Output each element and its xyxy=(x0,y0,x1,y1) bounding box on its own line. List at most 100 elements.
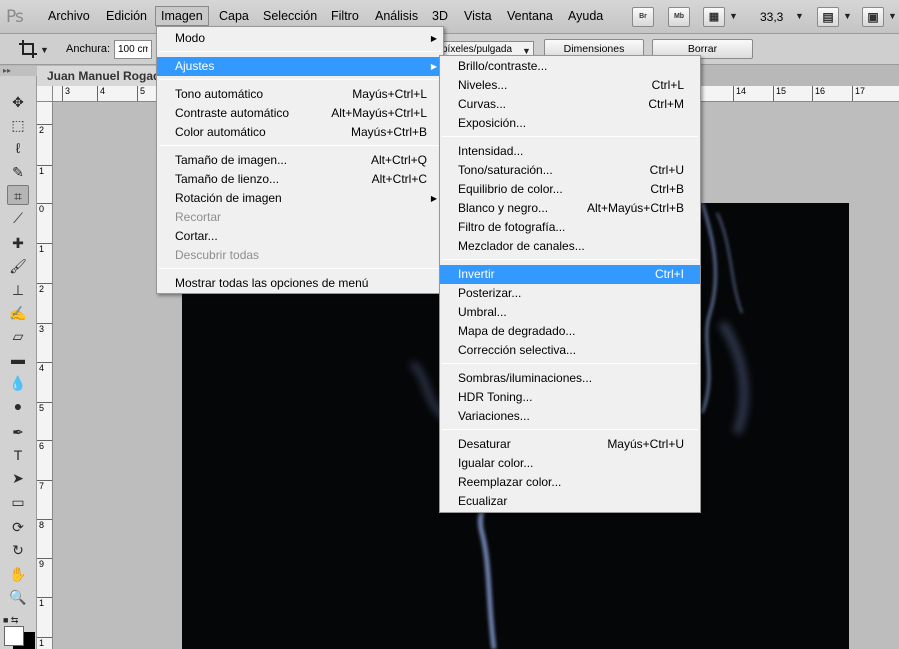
ajustes-menu-item[interactable]: HDR Toning... xyxy=(440,388,700,407)
imagen-menu-item[interactable]: Ajustes ▶ xyxy=(157,57,443,76)
menu-vista[interactable]: Vista xyxy=(464,9,492,23)
foreground-color-swatch[interactable] xyxy=(4,626,24,646)
arrange-documents-icon[interactable]: ▤ xyxy=(817,7,839,27)
ajustes-menu-item[interactable]: Blanco y negro... Alt+Mayús+Ctrl+B xyxy=(440,199,700,218)
menu-separator xyxy=(159,51,441,52)
crop-icon[interactable] xyxy=(18,39,38,59)
ajustes-menu-item[interactable]: Niveles... Ctrl+L xyxy=(440,76,700,95)
menu-capa[interactable]: Capa xyxy=(219,9,249,23)
imagen-menu-item[interactable]: Cortar... xyxy=(157,227,443,246)
ajustes-menu-item[interactable]: Filtro de fotografía... xyxy=(440,218,700,237)
imagen-menu-item[interactable]: Modo ▶ xyxy=(157,29,443,48)
pen-tool-icon[interactable]: ✒ xyxy=(7,422,29,442)
ajustes-menu-item-label: Exposición... xyxy=(458,116,527,130)
ajustes-menu-item[interactable]: Exposición... xyxy=(440,114,700,133)
hand-tool-icon[interactable]: ✋ xyxy=(7,564,29,584)
3d-orbit-tool-icon[interactable]: ↻ xyxy=(7,540,29,560)
zoom-tool-icon[interactable]: 🔍 xyxy=(7,587,29,607)
3d-rotate-tool-icon[interactable]: ⟳ xyxy=(7,517,29,537)
rectangle-tool-icon[interactable]: ▭ xyxy=(7,492,29,512)
clone-stamp-tool-icon[interactable]: ⊥ xyxy=(7,280,29,300)
ruler-origin[interactable] xyxy=(37,86,53,102)
bridge-button[interactable]: Br xyxy=(632,7,654,27)
blur-tool-icon[interactable]: 💧 xyxy=(7,373,29,393)
quick-selection-tool-icon[interactable]: ✎ xyxy=(7,162,29,182)
imagen-menu-item[interactable]: Rotación de imagen ▶ xyxy=(157,189,443,208)
ajustes-menu-item-label: Umbral... xyxy=(458,305,507,319)
ajustes-menu-item[interactable]: Intensidad... xyxy=(440,142,700,161)
dodge-tool-icon[interactable]: ● xyxy=(7,396,29,416)
eyedropper-tool-icon[interactable]: ⟋ xyxy=(7,208,29,228)
move-tool-icon[interactable]: ✥ xyxy=(7,92,29,112)
imagen-menu-item[interactable]: Tamaño de lienzo... Alt+Ctrl+C xyxy=(157,170,443,189)
ruler-tick-label: 0 xyxy=(37,203,52,214)
ajustes-menu-item[interactable]: Mezclador de canales... xyxy=(440,237,700,256)
path-selection-tool-icon[interactable]: ➤ xyxy=(7,468,29,488)
ajustes-submenu: Brillo/contraste... Niveles... Ctrl+L Curva… xyxy=(439,55,701,513)
menu-analisis[interactable]: Análisis xyxy=(375,9,418,23)
gradient-tool-icon[interactable]: ▬ xyxy=(7,349,29,369)
lasso-tool-icon[interactable]: ℓ xyxy=(7,138,29,158)
menu-ventana[interactable]: Ventana xyxy=(507,9,553,23)
ajustes-menu-item[interactable]: Equilibrio de color... Ctrl+B xyxy=(440,180,700,199)
chevron-down-icon[interactable]: ▼ xyxy=(795,11,804,21)
ruler-tick-label: 6 xyxy=(37,440,52,451)
ajustes-menu-item[interactable]: Mapa de degradado... xyxy=(440,322,700,341)
zoom-level[interactable]: 33,3 xyxy=(760,10,783,24)
ajustes-menu-item[interactable]: Sombras/iluminaciones... xyxy=(440,369,700,388)
document-tab[interactable]: Juan Manuel Rogado xyxy=(37,66,168,86)
ajustes-menu-item[interactable]: Brillo/contraste... xyxy=(440,57,700,76)
panel-collapse-icon[interactable]: ▸▸ xyxy=(0,66,37,76)
ruler-tick-label: 2 xyxy=(37,124,52,135)
imagen-menu-item[interactable]: Contraste automático Alt+Mayús+Ctrl+L xyxy=(157,104,443,123)
submenu-arrow-icon: ▶ xyxy=(430,34,437,43)
shortcut-label: Ctrl+L xyxy=(651,78,684,92)
ajustes-menu-item[interactable]: Posterizar... xyxy=(440,284,700,303)
history-brush-tool-icon[interactable]: ✍ xyxy=(7,303,29,323)
view-extras-icon[interactable]: ▦ xyxy=(703,7,725,27)
ajustes-menu-item[interactable]: Variaciones... xyxy=(440,407,700,426)
ajustes-menu-item[interactable]: Igualar color... xyxy=(440,454,700,473)
menu-ayuda[interactable]: Ayuda xyxy=(568,9,603,23)
ajustes-menu-item[interactable]: Corrección selectiva... xyxy=(440,341,700,360)
ajustes-menu-item[interactable]: Invertir Ctrl+I xyxy=(440,265,700,284)
ajustes-menu-item[interactable]: Curvas... Ctrl+M xyxy=(440,95,700,114)
chevron-down-icon[interactable]: ▼ xyxy=(843,11,852,21)
ajustes-menu-item[interactable]: Reemplazar color... xyxy=(440,473,700,492)
imagen-menu-item[interactable]: Mostrar todas las opciones de menú xyxy=(157,274,443,293)
vertical-ruler[interactable]: 2 1 0 1 2 3 4 5 6 7 8 9 1 1 xyxy=(37,102,53,649)
type-tool-icon[interactable]: T xyxy=(7,445,29,465)
width-input[interactable] xyxy=(114,40,152,59)
imagen-menu-item[interactable]: Tamaño de imagen... Alt+Ctrl+Q xyxy=(157,151,443,170)
width-label: Anchura: xyxy=(66,43,111,55)
healing-brush-tool-icon[interactable]: ✚ xyxy=(7,233,29,253)
eraser-tool-icon[interactable]: ▱ xyxy=(7,326,29,346)
menu-imagen[interactable]: Imagen xyxy=(155,6,209,26)
ruler-tick-label: 9 xyxy=(37,558,52,569)
ajustes-menu-item-label: Brillo/contraste... xyxy=(458,59,548,73)
menu-edicion[interactable]: Edición xyxy=(106,9,147,23)
ruler-tick-label: 1 xyxy=(37,637,52,648)
chevron-down-icon[interactable]: ▼ xyxy=(729,11,738,21)
ajustes-menu-item[interactable]: Umbral... xyxy=(440,303,700,322)
marquee-tool-icon[interactable]: ⬚ xyxy=(7,115,29,135)
ajustes-menu-item-label: HDR Toning... xyxy=(458,390,533,404)
ajustes-menu-item[interactable]: Ecualizar xyxy=(440,492,700,511)
imagen-menu-item-label: Tamaño de lienzo... xyxy=(175,172,280,186)
mini-bridge-button[interactable]: Mb xyxy=(668,7,690,27)
menu-archivo[interactable]: Archivo xyxy=(48,9,90,23)
imagen-menu-item-label: Ajustes xyxy=(175,59,215,73)
crop-tool-icon[interactable]: ⌗ xyxy=(7,185,29,205)
ajustes-menu-item[interactable]: Tono/saturación... Ctrl+U xyxy=(440,161,700,180)
chevron-down-icon[interactable]: ▼ xyxy=(888,11,897,21)
ajustes-menu-item[interactable]: Desaturar Mayús+Ctrl+U xyxy=(440,435,700,454)
imagen-menu-item[interactable]: Tono automático Mayús+Ctrl+L xyxy=(157,85,443,104)
chevron-down-icon[interactable]: ▼ xyxy=(40,45,49,55)
ruler-tick-label: 1 xyxy=(37,165,52,176)
menu-3d[interactable]: 3D xyxy=(432,9,448,23)
screen-mode-icon[interactable]: ▣ xyxy=(862,7,884,27)
menu-seleccion[interactable]: Selección xyxy=(263,9,317,23)
imagen-menu-item[interactable]: Color automático Mayús+Ctrl+B xyxy=(157,123,443,142)
menu-filtro[interactable]: Filtro xyxy=(331,9,359,23)
brush-tool-icon[interactable]: 🖌 xyxy=(7,256,29,276)
